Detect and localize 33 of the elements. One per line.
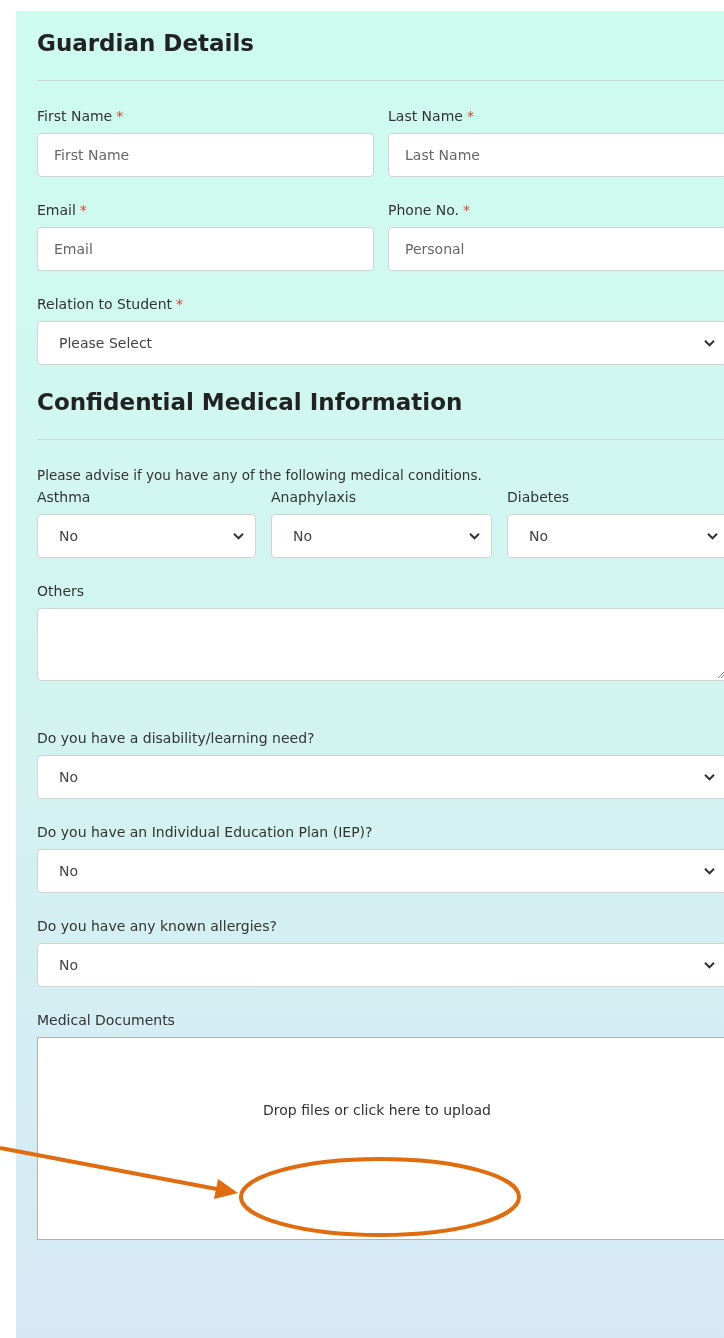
field-label: Do you have any known allergies?	[37, 918, 277, 934]
field-label: Medical Documents	[37, 1012, 175, 1028]
field-label: Phone No.	[388, 202, 460, 218]
select-field[interactable]: No	[37, 514, 256, 558]
upload-dropzone[interactable]: Drop files or click here to upload	[37, 1037, 724, 1240]
field-label: Do you have a disability/learning need?	[37, 730, 315, 746]
field-label: Others	[37, 583, 85, 599]
field-label: Do you have an Individual Education Plan (IEP)?	[37, 824, 373, 840]
field-label: Email	[37, 202, 76, 218]
input-field[interactable]: Last Name	[388, 133, 724, 177]
required-mark: *	[79, 202, 87, 218]
section-title: Confidential Medical Information	[37, 388, 464, 417]
field-label: Relation to Student	[37, 296, 173, 312]
input-field[interactable]: First Name	[37, 133, 374, 177]
select-field[interactable]: No	[37, 943, 724, 987]
select-field[interactable]: No	[37, 849, 724, 893]
required-mark: *	[176, 296, 184, 312]
select-field[interactable]: Please Select	[37, 321, 724, 365]
required-mark: *	[116, 108, 124, 124]
instruction-text: Please advise if you have any of the following medical conditions.	[37, 466, 483, 484]
field-label: First Name	[37, 108, 113, 124]
field-label: Anaphylaxis	[271, 489, 356, 505]
select-field[interactable]: No	[37, 755, 724, 799]
input-field[interactable]: Personal	[388, 227, 724, 271]
field-label: Asthma	[37, 489, 91, 505]
section-title: Guardian Details	[37, 29, 256, 58]
input-field[interactable]: Email	[37, 227, 374, 271]
select-field[interactable]: No	[271, 514, 492, 558]
field-label: Diabetes	[507, 489, 570, 505]
required-mark: *	[463, 202, 471, 218]
required-mark: *	[466, 108, 474, 124]
field-label: Last Name	[388, 108, 463, 124]
select-field[interactable]: No	[507, 514, 724, 558]
